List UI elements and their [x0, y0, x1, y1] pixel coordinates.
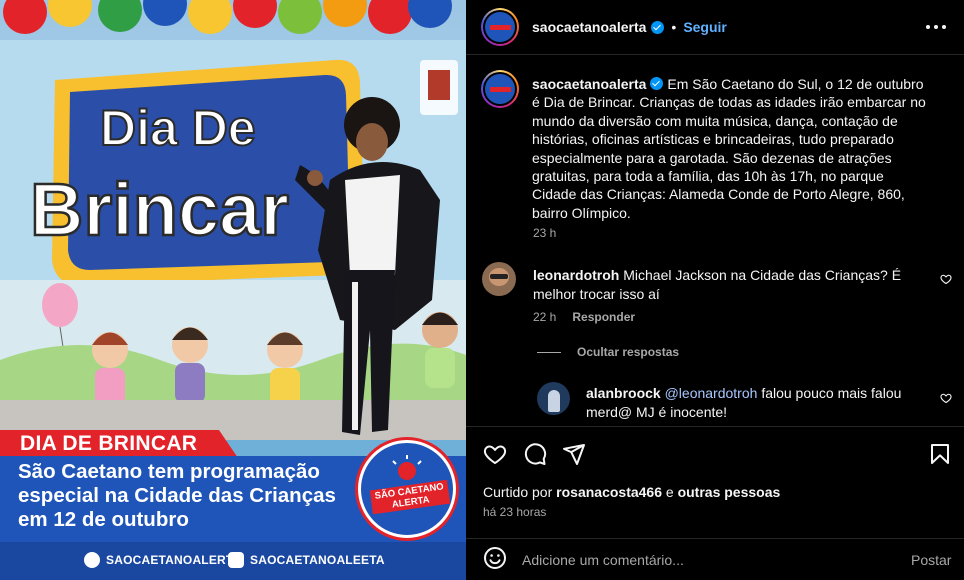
- comment-timestamp[interactable]: 22 h: [533, 310, 556, 324]
- caption-username[interactable]: saocaetanoalerta: [532, 76, 646, 92]
- header-user: saocaetanoalerta • Seguir: [532, 19, 727, 35]
- author-avatar[interactable]: [481, 8, 519, 46]
- instagram-icon: [228, 552, 244, 568]
- save-bookmark-icon[interactable]: [928, 442, 952, 466]
- caption-verified-badge-icon: [650, 77, 664, 90]
- reply-mention-link[interactable]: @leonardotroh: [665, 385, 758, 401]
- sign-text-line2: Brincar: [30, 168, 289, 251]
- banner-line-1: São Caetano tem programação: [18, 460, 320, 483]
- liked-by-others[interactable]: outras pessoas: [678, 484, 781, 500]
- verified-badge-icon: [651, 20, 665, 34]
- reply-like-heart-icon[interactable]: [940, 392, 952, 404]
- commenter-avatar[interactable]: [482, 262, 516, 296]
- likes-conjunction: e: [665, 484, 674, 500]
- reply-username[interactable]: alanbroock: [586, 385, 661, 401]
- comment-like-heart-icon[interactable]: [940, 273, 952, 285]
- like-heart-icon[interactable]: [483, 442, 507, 466]
- facebook-handle: SAOCAETANOALERTA: [84, 552, 241, 568]
- post-header: saocaetanoalerta • Seguir: [466, 0, 964, 55]
- comment-bubble-icon[interactable]: [523, 442, 547, 466]
- banner-line-3: em 12 de outubro: [18, 508, 189, 531]
- sao-caetano-alerta-badge: SÃO CAETANO ALERTA: [358, 440, 456, 538]
- likes-summary: Curtido por rosanacosta466 e outras pess…: [483, 484, 780, 500]
- reply-avatar[interactable]: [537, 382, 570, 415]
- hide-replies-label[interactable]: Ocultar respostas: [577, 345, 679, 359]
- follow-button[interactable]: Seguir: [683, 19, 727, 35]
- sign-text-line1: Dia De: [100, 100, 256, 156]
- post-caption: saocaetanoalerta Em São Caetano do Sul, o…: [532, 75, 932, 222]
- instagram-handle-text: SAOCAETANOALEETA: [250, 553, 385, 567]
- instagram-handle: SAOCAETANOALEETA: [228, 552, 385, 568]
- caption-timestamp[interactable]: 23 h: [533, 226, 556, 240]
- hide-replies-line: [537, 351, 561, 353]
- post-detail-panel: saocaetanoalerta • Seguir saocaetanoaler…: [466, 0, 964, 580]
- post-timestamp[interactable]: há 23 horas: [483, 505, 546, 519]
- more-options-icon[interactable]: [926, 18, 946, 36]
- post-comment-button[interactable]: Postar: [911, 552, 951, 568]
- reply-comment: alanbroock @leonardotroh falou pouco mai…: [586, 384, 926, 421]
- share-paper-plane-icon[interactable]: [562, 442, 586, 466]
- caption-text: Em São Caetano do Sul, o 12 de outubro é…: [532, 76, 926, 221]
- author-username[interactable]: saocaetanoalerta: [532, 19, 646, 35]
- emoji-smiley-icon[interactable]: [483, 546, 507, 570]
- comment: leonardotroh Michael Jackson na Cidade d…: [533, 266, 923, 303]
- banner-line-2: especial na Cidade das Crianças: [18, 484, 336, 507]
- hide-replies-toggle[interactable]: Ocultar respostas: [537, 345, 679, 359]
- liked-by-user[interactable]: rosanacosta466: [556, 484, 662, 500]
- banner-title: DIA DE BRINCAR: [0, 430, 238, 458]
- comment-input[interactable]: [522, 550, 882, 570]
- caption-avatar[interactable]: [481, 70, 519, 108]
- reply-button[interactable]: Responder: [572, 310, 635, 324]
- likes-prefix: Curtido por: [483, 484, 553, 500]
- comment-username[interactable]: leonardotroh: [533, 267, 619, 283]
- facebook-icon: [84, 552, 100, 568]
- comment-meta: 22 h Responder: [533, 310, 635, 324]
- facebook-handle-text: SAOCAETANOALERTA: [106, 553, 242, 567]
- post-image[interactable]: Dia De Brincar DIA DE BRINCAR São Caetan…: [0, 0, 466, 580]
- separator-dot: •: [671, 19, 677, 35]
